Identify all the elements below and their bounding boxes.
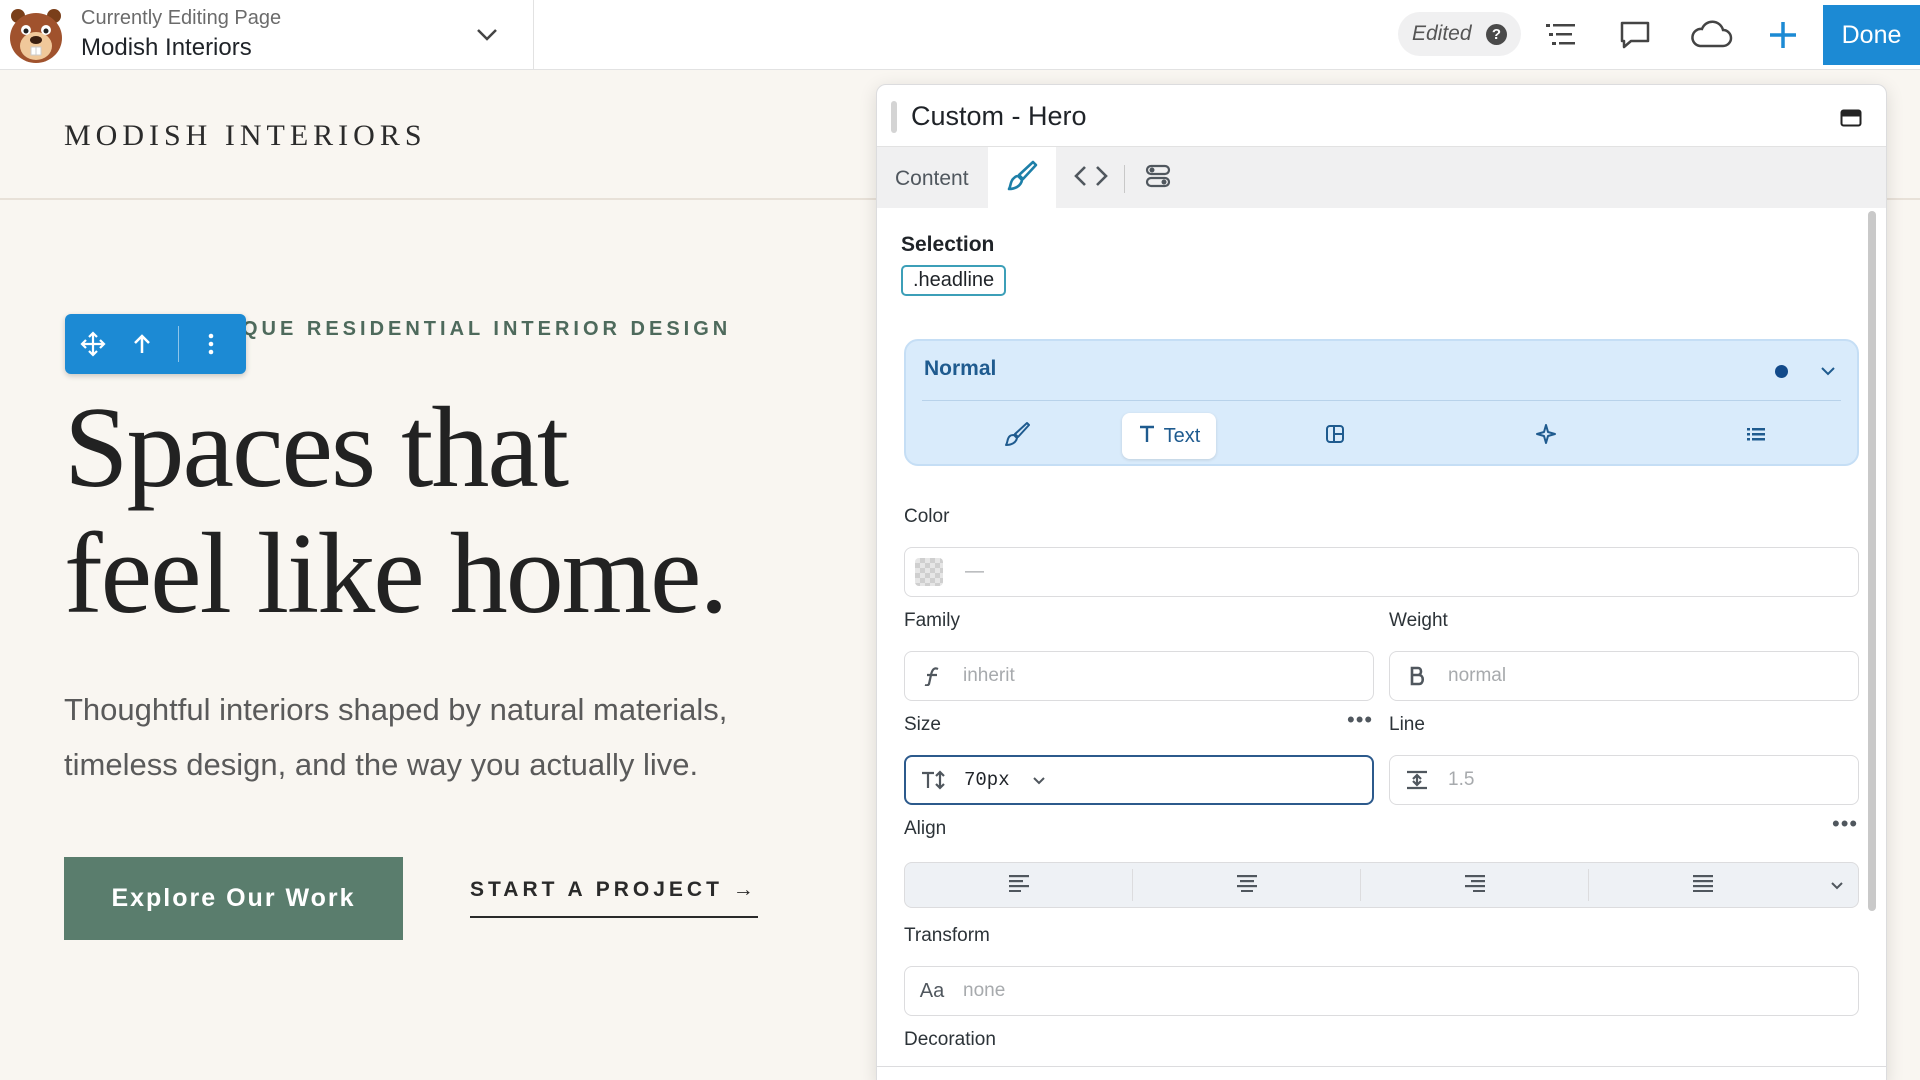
hero-headline[interactable]: Spaces that feel like home. — [64, 384, 728, 638]
tab-effects[interactable] — [1526, 413, 1566, 459]
font-weight-field[interactable]: normal — [1389, 651, 1859, 701]
state-divider — [922, 400, 1841, 401]
state-label[interactable]: Normal — [924, 357, 996, 381]
drag-handle[interactable] — [891, 101, 897, 133]
selector-chip[interactable]: .headline — [901, 265, 1007, 296]
color-value: — — [965, 561, 984, 582]
selection-label: Selection — [901, 233, 995, 256]
layout-icon — [1325, 424, 1345, 449]
tab-advanced[interactable] — [1143, 163, 1173, 193]
more-options-icon[interactable] — [196, 329, 226, 359]
chevron-down-icon[interactable] — [1817, 357, 1839, 385]
family-label: Family — [904, 610, 960, 631]
tab-list[interactable] — [1736, 413, 1776, 459]
topbar-divider — [533, 0, 534, 70]
font-family-placeholder: inherit — [963, 665, 1015, 686]
chevron-down-icon[interactable] — [470, 20, 504, 50]
align-right-button[interactable] — [1361, 863, 1588, 907]
headline-line-2: feel like home. — [64, 510, 728, 638]
select-parent-icon[interactable] — [127, 329, 157, 359]
tab-text-label: Text — [1163, 424, 1201, 447]
font-icon — [911, 666, 953, 686]
text-transform-placeholder: none — [963, 980, 1006, 1001]
comments-icon[interactable] — [1614, 14, 1656, 56]
align-more-icon[interactable]: ••• — [1832, 811, 1858, 837]
text-transform-field[interactable]: Aa none — [904, 966, 1859, 1016]
explore-our-work-button[interactable]: Explore Our Work — [64, 857, 403, 940]
unit-chevron-icon[interactable] — [1032, 776, 1046, 785]
line-height-icon — [1396, 770, 1438, 790]
align-left-icon — [1008, 874, 1030, 897]
panel-scrollbar[interactable] — [1868, 211, 1876, 911]
align-more-chevron-icon[interactable] — [1816, 863, 1858, 907]
state-selector: Normal Text — [904, 339, 1859, 466]
transform-icon: Aa — [919, 979, 945, 1002]
hero-eyebrow: QUE RESIDENTIAL INTERIOR DESIGN — [242, 318, 732, 340]
align-center-button[interactable] — [1133, 863, 1360, 907]
tab-general[interactable] — [997, 413, 1037, 459]
text-icon — [1138, 424, 1156, 449]
font-weight-placeholder: normal — [1448, 665, 1507, 686]
sparkle-icon — [1535, 423, 1557, 450]
edited-status-badge[interactable]: Edited ? — [1398, 12, 1521, 56]
text-align-control — [904, 862, 1859, 908]
align-label: Align — [904, 818, 947, 839]
editing-caption: Currently Editing Page — [81, 7, 282, 29]
outline-icon[interactable] — [1540, 14, 1582, 56]
font-size-field[interactable]: 70px — [904, 755, 1374, 805]
tab-separator — [1124, 165, 1125, 193]
toggles-icon — [1145, 163, 1171, 194]
tab-code[interactable] — [1073, 163, 1109, 193]
toolbar-separator — [178, 326, 179, 362]
tab-style[interactable] — [988, 147, 1056, 209]
editor-topbar: Currently Editing Page Modish Interiors … — [0, 0, 1920, 70]
panel-tabs: Content — [877, 146, 1886, 209]
color-label: Color — [904, 506, 950, 527]
align-center-icon — [1236, 874, 1258, 897]
block-toolbar — [65, 314, 246, 374]
size-label: Size — [904, 714, 941, 735]
paintbrush-icon — [1005, 159, 1039, 198]
done-button[interactable]: Done — [1823, 5, 1920, 65]
bold-icon — [1396, 666, 1438, 686]
font-size-value: 70px — [964, 769, 1010, 791]
panel-bottom-divider — [877, 1066, 1886, 1067]
page-title: Modish Interiors — [81, 34, 252, 61]
weight-label: Weight — [1389, 610, 1448, 631]
edited-status-text: Edited — [1412, 22, 1472, 45]
list-icon — [1746, 426, 1766, 447]
cloud-icon[interactable] — [1687, 14, 1735, 56]
align-right-icon — [1464, 874, 1486, 897]
tab-text[interactable]: Text — [1122, 413, 1216, 459]
move-icon[interactable] — [78, 329, 108, 359]
code-icon — [1074, 165, 1108, 192]
hero-subtext: Thoughtful interiors shaped by natural m… — [64, 692, 728, 782]
line-label: Line — [1389, 714, 1425, 735]
add-icon[interactable] — [1762, 14, 1804, 56]
state-modified-indicator — [1775, 365, 1788, 378]
panel-title: Custom - Hero — [911, 101, 1087, 131]
brush-icon — [1003, 420, 1031, 453]
start-project-link[interactable]: START A PROJECT → — [470, 878, 758, 918]
align-left-button[interactable] — [905, 863, 1132, 907]
color-swatch[interactable] — [915, 558, 943, 586]
site-logo[interactable]: MODISH INTERIORS — [64, 119, 427, 153]
settings-panel: Custom - Hero Content Selection .headlin… — [876, 84, 1887, 1080]
font-family-field[interactable]: inherit — [904, 651, 1374, 701]
line-height-field[interactable]: 1.5 — [1389, 755, 1859, 805]
tab-layout[interactable] — [1315, 413, 1355, 459]
color-field[interactable]: — — [904, 547, 1859, 597]
line-height-placeholder: 1.5 — [1448, 769, 1475, 790]
headline-line-1: Spaces that — [64, 384, 569, 512]
decoration-label: Decoration — [904, 1029, 996, 1050]
minimize-icon[interactable] — [1836, 105, 1866, 131]
tab-content[interactable]: Content — [895, 167, 969, 191]
align-justify-button[interactable] — [1589, 863, 1816, 907]
align-justify-icon — [1692, 874, 1714, 897]
size-more-icon[interactable]: ••• — [1347, 707, 1373, 733]
transform-label: Transform — [904, 925, 990, 946]
text-size-icon — [912, 770, 954, 790]
help-icon[interactable]: ? — [1486, 24, 1507, 45]
beaver-logo-icon[interactable] — [4, 4, 70, 66]
